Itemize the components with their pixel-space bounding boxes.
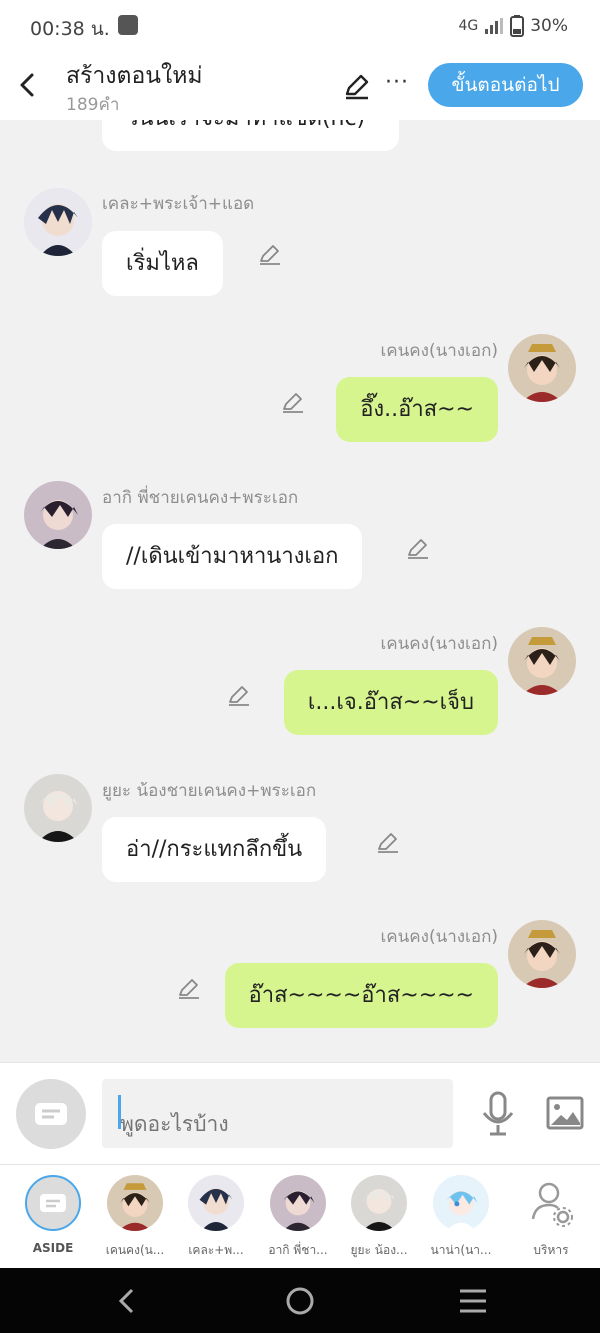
avatar[interactable] [508,627,576,695]
message-bubble[interactable]: //เดินเข้ามาหานางเอก [102,524,363,589]
cast-item-admin[interactable]: บริหาร [510,1175,592,1260]
pencil-icon[interactable] [376,830,400,854]
speaker-name: ยูยะ น้องชายเคนคง+พระเอก [102,781,317,801]
nav-recents-icon[interactable] [458,1287,488,1315]
battery-icon [510,15,525,37]
system-nav-bar [0,1268,600,1333]
image-icon[interactable] [545,1093,585,1133]
message-text: //เดินเข้ามาหานางเอก [126,544,339,569]
message-bubble[interactable]: เริ่มไหล [102,231,223,296]
chat-bubble-icon [35,1103,67,1125]
status-time: 00:38 น. [30,18,110,40]
cast-item[interactable]: เคนคง(น... [94,1175,176,1260]
cast-item[interactable]: ยูยะ น้อง... [338,1175,420,1260]
nav-back-icon[interactable] [112,1286,142,1316]
message-text: อึ๊ง..อ๊าส~~ [360,397,474,422]
message-bubble[interactable]: เ...เจ.อ๊าส~~เจ็บ [283,670,498,735]
avatar [351,1175,407,1231]
avatar[interactable] [24,481,92,549]
nav-home-icon[interactable] [284,1285,316,1317]
signal-icon [485,18,504,34]
pencil-icon[interactable] [177,976,201,1000]
character-bar: ASIDE เคนคง(น... เคละ+พ... อากิ พี่ชา...… [0,1164,600,1268]
message-text: อ๊าส~~~~อ๊าส~~~~ [248,983,474,1008]
cast-label: บริหาร [533,1243,569,1257]
avatar [270,1175,326,1231]
speaker-name: อากิ พี่ชายเคนคง+พระเอก [102,488,299,508]
status-bar: 00:38 น. 4G 30% [0,0,600,50]
next-step-button[interactable]: ขั้นตอนต่อไป [428,63,583,107]
aside-button[interactable] [16,1079,86,1149]
cast-item[interactable]: เคละ+พ... [175,1175,257,1260]
pencil-icon[interactable] [343,72,371,100]
message-text: วันนี้เราจะมาทำแชต(nc) [126,120,365,131]
word-count: 189คำ [66,95,120,115]
avatar [188,1175,244,1231]
cast-label: ยูยะ น้อง... [350,1243,408,1257]
avatar [107,1175,163,1231]
chat-area[interactable]: วันนี้เราจะมาทำแชต(nc) เคละ+พระเจ้า+แอด … [0,120,600,1062]
speaker-name: เคนคง(นางเอก) [380,927,498,947]
microphone-icon[interactable] [480,1091,516,1137]
avatar[interactable] [24,774,92,842]
cast-item-aside[interactable]: ASIDE [12,1175,94,1255]
cast-label: เคนคง(น... [105,1243,165,1257]
message-bubble[interactable]: วันนี้เราจะมาทำแชต(nc) [102,120,399,151]
message-composer [0,1062,600,1164]
user-gear-icon [531,1182,573,1227]
battery-level: 30% [530,16,568,36]
speaker-name: เคนคง(นางเอก) [380,634,498,654]
app-header: สร้างตอนใหม่ 189คำ ··· ขั้นตอนต่อไป [0,50,600,120]
message-text: เริ่มไหล [126,251,199,276]
message-text: อ่า//กระแทกลึกขึ้น [126,837,303,862]
chat-bubble-icon [40,1194,66,1212]
cast-label: ASIDE [32,1241,74,1255]
cast-label: นาน่า(นา... [430,1243,492,1257]
network-label: 4G [458,18,479,34]
message-bubble[interactable]: อึ๊ง..อ๊าส~~ [336,377,498,442]
page-title: สร้างตอนใหม่ [66,63,203,89]
cast-item[interactable]: อากิ พี่ชา... [257,1175,339,1260]
message-bubble[interactable]: อ่า//กระแทกลึกขึ้น [102,817,327,882]
aside-avatar [25,1175,81,1231]
pencil-icon[interactable] [227,683,251,707]
speaker-name: เคนคง(นางเอก) [380,341,498,361]
message-input[interactable] [102,1079,453,1148]
avatar[interactable] [508,334,576,402]
avatar[interactable] [508,920,576,988]
message-text: เ...เจ.อ๊าส~~เจ็บ [307,690,474,715]
message-bubble[interactable]: อ๊าส~~~~อ๊าส~~~~ [224,963,498,1028]
cast-label: อากิ พี่ชา... [268,1243,328,1257]
notification-icon [118,15,138,35]
pencil-icon[interactable] [406,536,430,560]
cast-item[interactable]: นาน่า(นา... [420,1175,502,1260]
pencil-icon[interactable] [258,242,282,266]
chevron-left-icon[interactable] [14,70,40,100]
status-right: 4G 30% [458,15,568,37]
avatar [433,1175,489,1231]
more-dots-icon[interactable]: ··· [385,70,409,95]
speaker-name: เคละ+พระเจ้า+แอด [102,194,255,214]
text-caret [118,1095,121,1129]
pencil-icon[interactable] [281,390,305,414]
avatar[interactable] [24,188,92,256]
cast-label: เคละ+พ... [188,1243,244,1257]
